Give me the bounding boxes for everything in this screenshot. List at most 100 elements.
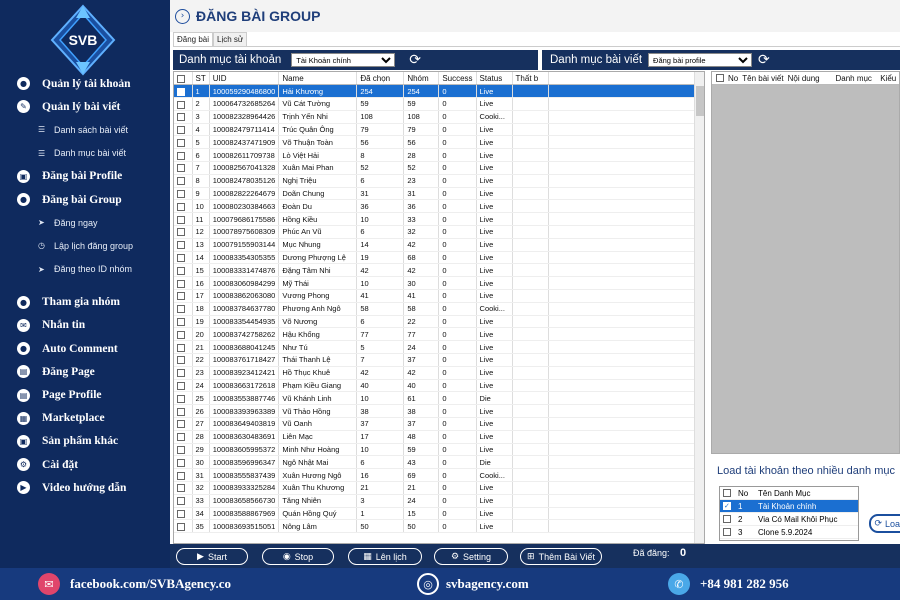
- row-checkbox[interactable]: [177, 305, 185, 314]
- row-checkbox[interactable]: [177, 126, 185, 135]
- row-checkbox[interactable]: [177, 330, 185, 339]
- table-row[interactable]: 20 100083742758262 Hậu Khổng 77 77 0 Live: [174, 327, 703, 342]
- row-checkbox[interactable]: [177, 228, 185, 237]
- add-post-button[interactable]: ⊞ Thêm Bài Viết: [520, 548, 602, 565]
- row-checkbox[interactable]: [177, 318, 185, 327]
- row-checkbox[interactable]: [177, 420, 185, 429]
- table-row[interactable]: 9 100082822264679 Doãn Chung 31 31 0 Live: [174, 187, 703, 201]
- table-row[interactable]: 10 100080230384663 Đoàn Du 36 36 0 Live: [174, 199, 703, 214]
- row-checkbox[interactable]: [177, 266, 185, 275]
- row-checkbox[interactable]: [177, 382, 185, 391]
- row-checkbox[interactable]: [177, 407, 185, 416]
- table-row[interactable]: 19 100083354454935 Võ Nương 6 22 0 Live: [174, 315, 703, 329]
- row-checkbox[interactable]: [177, 241, 185, 250]
- category-checkbox[interactable]: [723, 515, 731, 524]
- table-row[interactable]: 26 100083393963389 Vũ Thảo Hồng 38 38 0 Live: [174, 404, 703, 419]
- row-checkbox[interactable]: [177, 522, 185, 531]
- sidebar-item-cai-dat[interactable]: ⚙ Cài đặt: [0, 453, 170, 476]
- row-checkbox[interactable]: [177, 100, 185, 109]
- tab-history[interactable]: Lịch sử: [213, 32, 248, 47]
- row-checkbox[interactable]: [177, 343, 185, 352]
- select-all-posts-checkbox[interactable]: [716, 74, 724, 83]
- refresh-icon[interactable]: ⟳: [758, 52, 770, 68]
- row-checkbox[interactable]: [177, 113, 185, 122]
- row-checkbox[interactable]: [177, 458, 185, 467]
- table-row[interactable]: 34 100083588867969 Quán Hồng Quý 1 15 0 Live: [174, 507, 703, 521]
- sidebar-item-video-huong-dan[interactable]: ▶ Video hướng dẫn: [0, 476, 170, 499]
- sidebar-item-dang-page[interactable]: ▤ Đăng Page: [0, 360, 170, 383]
- table-row[interactable]: 22 100083761718427 Thái Thanh Lệ 7 37 0 Live: [174, 353, 703, 367]
- row-checkbox[interactable]: [177, 254, 185, 263]
- sidebar-item-danh-sach-bai-viet[interactable]: ☰ Danh sách bài viết: [0, 118, 170, 141]
- table-row[interactable]: 13 100079155903144 Mục Nhung 14 42 0 Live: [174, 238, 703, 252]
- row-checkbox[interactable]: [177, 87, 185, 96]
- table-row[interactable]: 28 100083630483691 Liên Mạc 17 48 0 Live: [174, 430, 703, 444]
- table-row[interactable]: 32 100083933325284 Xuân Thu Khương 21 21 0 Liv…: [174, 481, 703, 495]
- table-row[interactable]: 17 100083862063080 Vương Phong 41 41 0 Live: [174, 289, 703, 303]
- sidebar-item-dang-bai-profile[interactable]: ▣ Đăng bài Profile: [0, 165, 170, 188]
- scroll-thumb[interactable]: [696, 86, 704, 116]
- post-category-select[interactable]: Đăng bài profile: [648, 53, 753, 67]
- row-checkbox[interactable]: [177, 497, 185, 506]
- sidebar-item-tham-gia-nhom[interactable]: ● Tham gia nhóm: [0, 291, 170, 314]
- row-checkbox[interactable]: [177, 356, 185, 365]
- stop-button[interactable]: ◉ Stop: [262, 548, 334, 565]
- table-row[interactable]: 11 100079686175586 Hồng Kiều 10 33 0 Live: [174, 212, 703, 227]
- row-checkbox[interactable]: [177, 190, 185, 199]
- row-checkbox[interactable]: [177, 484, 185, 493]
- sidebar-item-lap-lich-dang-group[interactable]: ◷ Lập lịch đăng group: [0, 234, 170, 257]
- table-row[interactable]: 27 100083649403819 Vũ Oanh 37 37 0 Live: [174, 417, 703, 431]
- table-row[interactable]: 29 100083605995372 Minh Như Hoàng 10 59 0 Live: [174, 443, 703, 457]
- row-checkbox[interactable]: [177, 369, 185, 378]
- row-checkbox[interactable]: [177, 164, 185, 173]
- row-checkbox[interactable]: [177, 202, 185, 211]
- table-row[interactable]: 1 100059290486800 Hải Khương 254 254 0 Live: [174, 84, 703, 99]
- table-row[interactable]: 31 100083555837439 Xuân Hương Ngô 16 69 0 Cook…: [174, 468, 703, 482]
- row-checkbox[interactable]: [177, 292, 185, 301]
- table-row[interactable]: 23 100083923412421 Hồ Thục Khuê 42 42 0 Live: [174, 366, 703, 380]
- table-row[interactable]: 8 100082478035126 Nghị Triệu 6 23 0 Live: [174, 174, 703, 188]
- sidebar-item-quan-ly-bai-viet[interactable]: ✎ Quản lý bài viết: [0, 95, 170, 118]
- table-row[interactable]: 5 100082437471909 Võ Thuận Toàn 56 56 0 Live: [174, 135, 703, 150]
- setting-button[interactable]: ⚙ Setting: [434, 548, 508, 565]
- table-row[interactable]: 15 100083331474876 Đặng Tâm Nhi 42 42 0 Live: [174, 263, 703, 278]
- sidebar-item-quan-ly-tai-khoan[interactable]: ● Quản lý tài khoản: [0, 72, 170, 95]
- row-checkbox[interactable]: [177, 446, 185, 455]
- sidebar-item-auto-comment[interactable]: ● Auto Comment: [0, 337, 170, 360]
- table-row[interactable]: 33 100083658566730 Tăng Nhiên 3 24 0 Live: [174, 494, 703, 508]
- table-row[interactable]: 21 100083688041245 Như Tú 5 24 0 Live: [174, 340, 703, 355]
- sidebar-item-danh-muc-bai-viet[interactable]: ☰ Danh mục bài viết: [0, 142, 170, 165]
- row-checkbox[interactable]: [177, 279, 185, 288]
- sidebar-item-san-pham-khac[interactable]: ▣ Sản phẩm khác: [0, 430, 170, 453]
- select-all-accounts-checkbox[interactable]: [177, 74, 185, 83]
- table-row[interactable]: 14 100083354305355 Dương Phượng Lệ 19 68 0 Liv…: [174, 251, 703, 265]
- table-row[interactable]: 18 100083784637780 Phương Anh Ngô 58 58 0 Cook…: [174, 302, 703, 316]
- table-row[interactable]: 4 100082479711414 Trúc Quân Ông 79 79 0 Live: [174, 123, 703, 137]
- table-row[interactable]: 24 100083663172618 Phạm Kiều Giang 40 40 0 Liv…: [174, 379, 703, 393]
- table-row[interactable]: 35 100083693515051 Nông Lâm 50 50 0 Live: [174, 519, 703, 534]
- category-row[interactable]: 2 Via Có Mail Khôi Phục: [720, 513, 858, 526]
- sidebar-item-marketplace[interactable]: ▦ Marketplace: [0, 407, 170, 430]
- row-checkbox[interactable]: [177, 177, 185, 186]
- sidebar-item-dang-ngay[interactable]: ➤ Đăng ngay: [0, 211, 170, 234]
- load-multi-button[interactable]: ⟳Load nhiều: [869, 514, 900, 533]
- table-row[interactable]: 16 100083060984299 Mỹ Thái 10 30 0 Live: [174, 276, 703, 291]
- start-button[interactable]: ▶ Start: [176, 548, 248, 565]
- tab-post[interactable]: Đăng bài: [173, 32, 214, 47]
- row-checkbox[interactable]: [177, 471, 185, 480]
- sidebar-item-page-profile[interactable]: ▤ Page Profile: [0, 383, 170, 406]
- table-row[interactable]: 12 100078975608309 Phúc An Vũ 6 32 0 Live: [174, 225, 703, 239]
- schedule-button[interactable]: ▦ Lên lịch: [348, 548, 422, 565]
- select-all-categories-checkbox[interactable]: [723, 489, 731, 498]
- table-row[interactable]: 25 100083553887746 Vũ Khánh Linh 10 61 0 Die: [174, 391, 703, 406]
- sidebar-item-dang-theo-id-nhom[interactable]: ➤ Đăng theo ID nhóm: [0, 258, 170, 281]
- category-checkbox[interactable]: ✓: [723, 502, 731, 511]
- table-row[interactable]: 30 100083596996347 Ngô Nhật Mai 6 43 0 Die: [174, 455, 703, 470]
- row-checkbox[interactable]: [177, 510, 185, 518]
- table-row[interactable]: 2 100064732685264 Vũ Cát Tường 59 59 0 Live: [174, 97, 703, 111]
- row-checkbox[interactable]: [177, 394, 185, 403]
- table-row[interactable]: 3 100082328964426 Trịnh Yến Nhi 108 108 0 Cook…: [174, 110, 703, 124]
- category-row[interactable]: 3 Clone 5.9.2024: [720, 526, 858, 539]
- row-checkbox[interactable]: [177, 433, 185, 442]
- sidebar-item-nhan-tin[interactable]: ✉ Nhắn tin: [0, 314, 170, 337]
